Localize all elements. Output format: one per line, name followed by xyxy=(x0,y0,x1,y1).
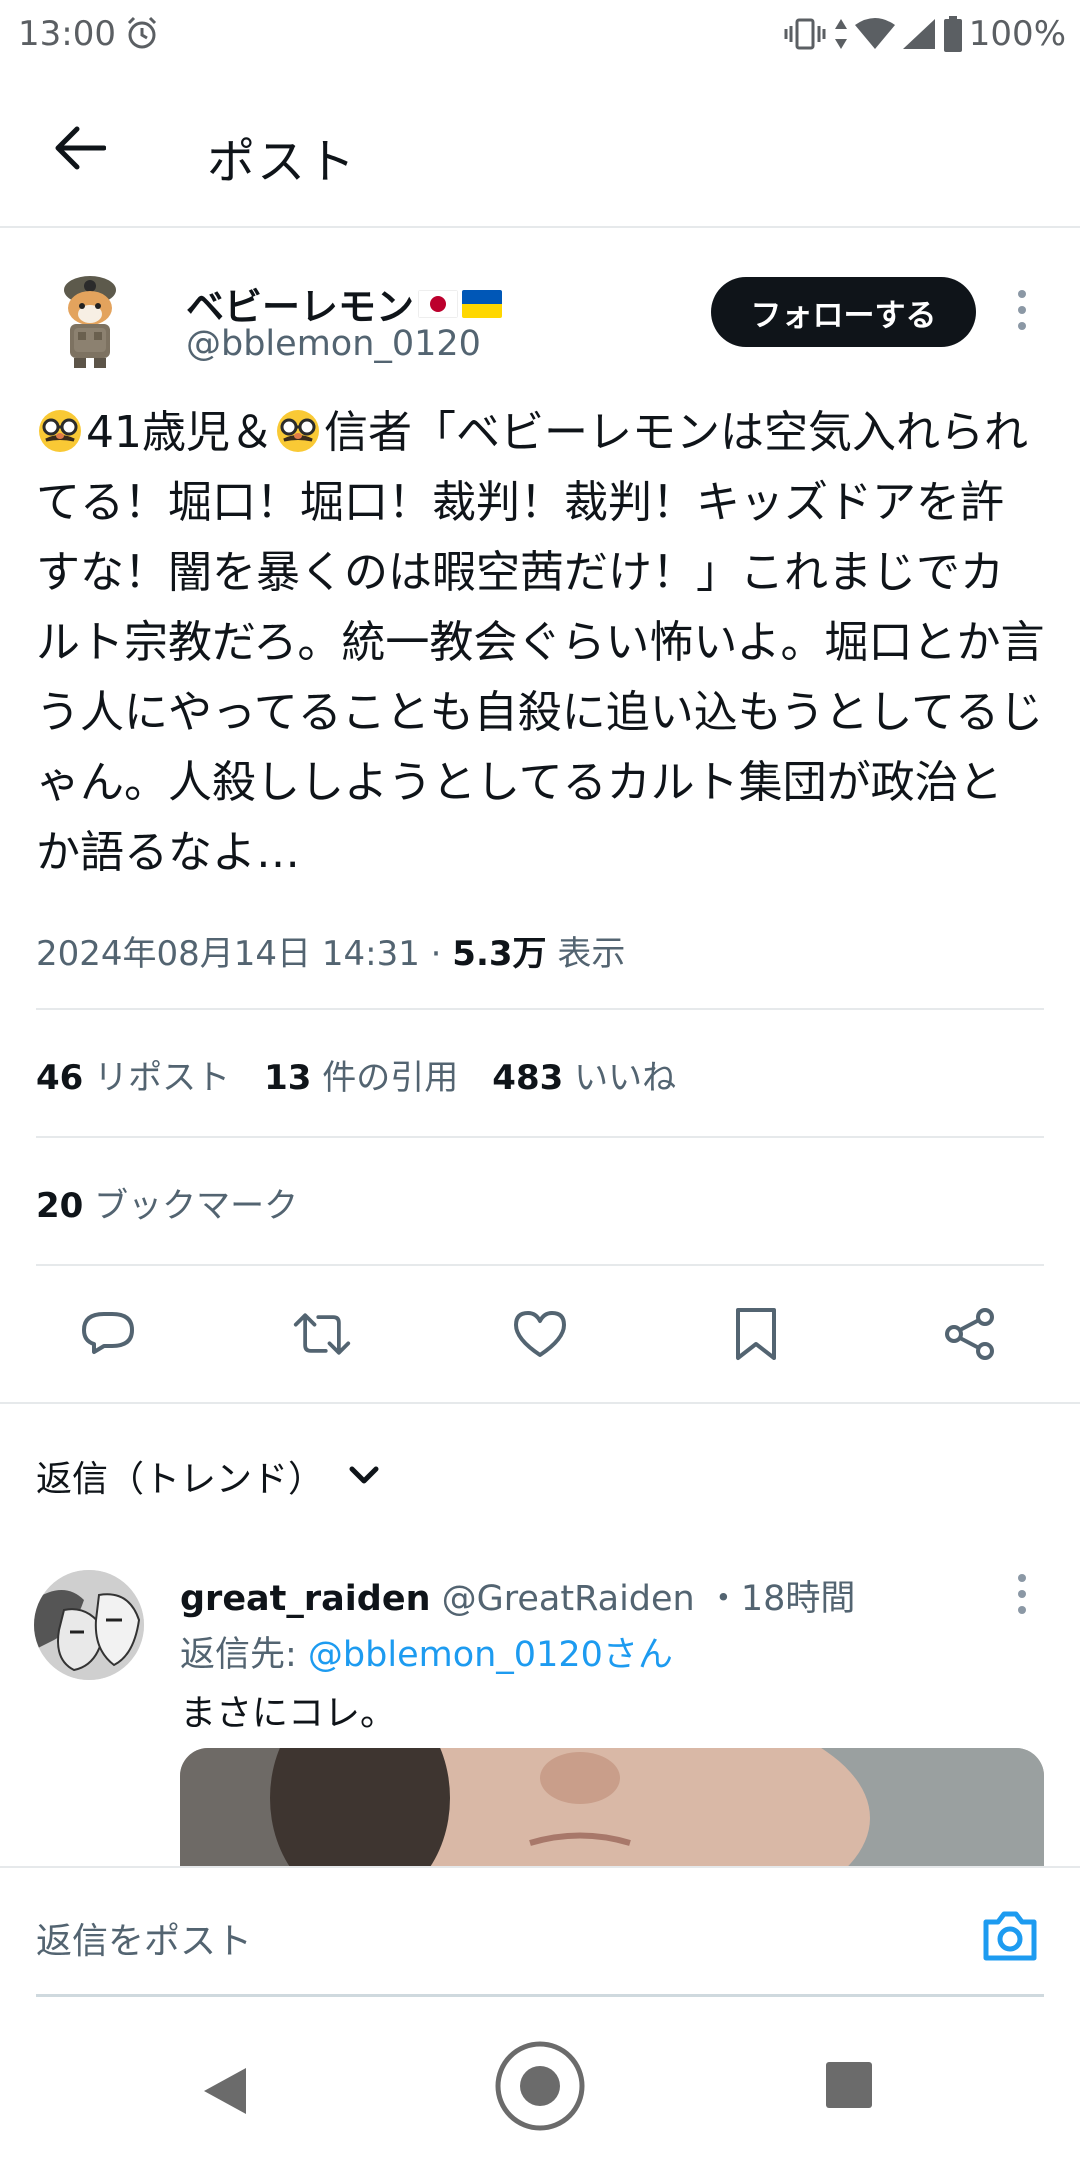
disguised-face-emoji xyxy=(277,410,319,452)
reply-to-mention[interactable]: @bblemon_0120さん xyxy=(308,1635,673,1675)
jp-flag-icon xyxy=(418,289,459,318)
more-options-icon[interactable] xyxy=(1004,1572,1040,1616)
bookmarks-stat[interactable]: 20 ブックマーク xyxy=(36,1178,298,1227)
nav-recents-icon[interactable] xyxy=(826,2062,872,2108)
bookmarks-count: 20 xyxy=(36,1186,84,1226)
nav-home-icon[interactable] xyxy=(494,2040,586,2132)
signal-icon xyxy=(902,19,935,49)
wifi-icon xyxy=(854,18,895,49)
tweet-action-bar xyxy=(0,1298,1080,1370)
tweet-text-part2: 信者「ベビーレモンは空気入れられてる！堀口！堀口！裁判！裁判！キッズドアを許すな… xyxy=(36,407,1045,878)
tweet-text-part1: 41歳児＆ xyxy=(86,407,274,458)
reply-time: ・18時間 xyxy=(705,1579,856,1619)
camera-icon[interactable] xyxy=(980,1908,1040,1964)
status-time: 13:00 xyxy=(18,14,116,54)
author-handle[interactable]: @bblemon_0120 xyxy=(186,324,481,364)
author-name[interactable]: ベビーレモン xyxy=(186,276,503,331)
likes-stat[interactable]: 483 いいね xyxy=(492,1050,676,1099)
reply-icon xyxy=(82,1312,134,1354)
follow-button[interactable]: フォローする xyxy=(711,277,976,347)
tweet-meta: 2024年08月14日 14:31 · 5.3万 表示 xyxy=(36,926,625,975)
vibrate-icon xyxy=(784,18,826,50)
battery-icon xyxy=(943,16,962,52)
share-icon xyxy=(945,1308,994,1360)
replies-sort-label: 返信（トレンド） xyxy=(36,1459,325,1500)
shiba-soldier-avatar-image xyxy=(36,266,144,374)
likes-count: 483 xyxy=(492,1058,564,1098)
nav-back-icon[interactable] xyxy=(200,2064,250,2118)
back-button[interactable] xyxy=(52,120,108,176)
status-bar: 13:00 100% xyxy=(0,0,1080,70)
bookmarks-label: ブックマーク xyxy=(94,1186,299,1226)
repost-button[interactable] xyxy=(292,1304,352,1364)
bookmark-button[interactable] xyxy=(726,1304,786,1364)
share-button[interactable] xyxy=(940,1304,1000,1364)
divider xyxy=(36,1136,1044,1138)
reply-media-image[interactable] xyxy=(180,1748,1044,1868)
reply-avatar[interactable] xyxy=(34,1570,144,1680)
reply-author-name[interactable]: great_raiden xyxy=(180,1579,431,1619)
reply-to-label: 返信先: xyxy=(180,1635,308,1675)
reposts-count: 46 xyxy=(36,1058,84,1098)
bookmark-icon xyxy=(736,1308,776,1360)
chevron-down-icon xyxy=(349,1466,379,1484)
reply-text: まさにコレ。 xyxy=(180,1693,397,1734)
like-icon xyxy=(514,1311,566,1357)
replies-sort-dropdown[interactable]: 返信（トレンド） xyxy=(36,1450,380,1502)
engagement-stats: 46 リポスト 13 件の引用 483 いいね xyxy=(36,1050,676,1099)
section-divider xyxy=(0,1402,1080,1404)
ua-flag-icon xyxy=(462,289,503,318)
divider xyxy=(36,1008,1044,1010)
views-label: 表示 xyxy=(557,934,626,974)
meta-separator: · xyxy=(430,934,442,974)
photo-thumbnail xyxy=(180,1748,1044,1868)
status-icons: 100% xyxy=(783,12,1066,56)
reply-input[interactable]: 返信をポスト xyxy=(36,1912,252,1964)
more-options-icon[interactable] xyxy=(1004,288,1040,332)
reposts-label: リポスト xyxy=(94,1058,231,1098)
reply-header: great_raiden @GreatRaiden ・18時間 xyxy=(180,1570,855,1621)
author-avatar[interactable] xyxy=(36,266,144,374)
reply-button[interactable] xyxy=(78,1304,138,1364)
tweet-timestamp[interactable]: 2024年08月14日 14:31 xyxy=(36,934,420,974)
manga-avatar-image xyxy=(34,1570,144,1680)
system-nav-bar xyxy=(0,2000,1080,2160)
data-arrows-icon xyxy=(834,19,847,49)
reply-composer: 返信をポスト xyxy=(0,1866,1080,1997)
divider xyxy=(36,1264,1044,1266)
composer-underline xyxy=(36,1994,1044,1997)
disguised-face-emoji xyxy=(39,410,81,452)
battery-percent: 100% xyxy=(968,14,1066,54)
tweet-text: 41歳児＆ 信者「ベビーレモンは空気入れられてる！堀口！堀口！裁判！裁判！キッズ… xyxy=(36,398,1046,888)
like-button[interactable] xyxy=(510,1304,570,1364)
reply-author-handle[interactable]: @GreatRaiden xyxy=(442,1579,695,1619)
repost-icon xyxy=(293,1313,351,1355)
views-count: 5.3万 xyxy=(452,934,547,974)
quotes-count: 13 xyxy=(264,1058,312,1098)
reposts-stat[interactable]: 46 リポスト xyxy=(36,1050,230,1099)
top-app-bar: ポスト xyxy=(0,70,1080,228)
quotes-stat[interactable]: 13 件の引用 xyxy=(264,1050,458,1099)
author-display-name: ベビーレモン xyxy=(186,285,415,329)
page-title: ポスト xyxy=(207,134,358,190)
likes-label: いいね xyxy=(574,1058,677,1098)
quotes-label: 件の引用 xyxy=(322,1058,459,1098)
arrow-left-icon xyxy=(55,126,106,170)
reply-to-line: 返信先: @bblemon_0120さん xyxy=(180,1626,673,1677)
alarm-icon xyxy=(127,16,157,49)
